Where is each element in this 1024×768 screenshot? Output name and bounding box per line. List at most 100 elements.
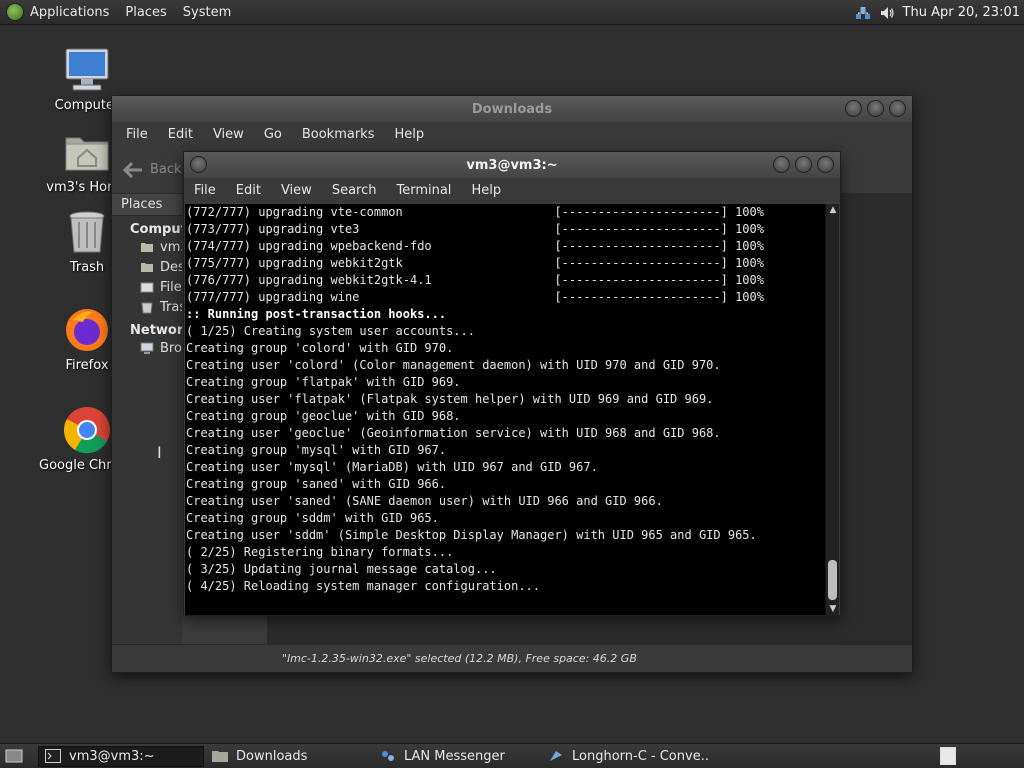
terminal-menubar: File Edit View Search Terminal Help (184, 178, 840, 202)
sidebar-item-label: File System (160, 279, 182, 295)
task-downloads[interactable]: Downloads (206, 746, 372, 767)
close-button[interactable] (817, 156, 834, 173)
terminal-line: Creating group 'geoclue' with GID 968. (186, 409, 461, 423)
terminal-line: Creating user 'saned' (SANE daemon user)… (186, 494, 663, 508)
terminal-line: Creating group 'saned' with GID 966. (186, 477, 447, 491)
scroll-thumb[interactable] (828, 560, 837, 600)
menu-view[interactable]: View (271, 183, 322, 198)
terminal-line: Creating user 'geoclue' (Geoinformation … (186, 426, 721, 440)
network-tray-icon[interactable] (855, 5, 871, 21)
back-button[interactable]: Back (122, 161, 182, 179)
sidebar-item-home[interactable]: vm3 (112, 237, 182, 257)
terminal-line: Creating group 'sddm' with GID 965. (186, 511, 439, 525)
terminal-scrollbar[interactable]: ▲ ▼ (825, 204, 839, 615)
terminal-line: (772/777) upgrading vte-common [--------… (186, 205, 764, 219)
sidebar-item-browse-network[interactable]: Browse Network (112, 338, 182, 358)
terminal-line: (776/777) upgrading webkit2gtk-4.1 [----… (186, 273, 764, 287)
places-sidebar: Places Computer vm3 Desktop File System … (112, 194, 182, 646)
sidebar-item-label: vm3 (160, 239, 182, 255)
minimize-button[interactable] (845, 100, 862, 117)
terminal-line: Creating user 'sddm' (Simple Desktop Dis… (186, 528, 757, 542)
terminal-line: Creating group 'mysql' with GID 967. (186, 443, 447, 457)
terminal-line: (777/777) upgrading wine [--------------… (186, 290, 764, 304)
terminal-line: (773/777) upgrading vte3 [--------------… (186, 222, 764, 236)
lan-messenger-icon (382, 751, 394, 761)
terminal-line: (774/777) upgrading wpebackend-fdo [----… (186, 239, 764, 253)
terminal-lines: (772/777) upgrading vte-common [--------… (185, 204, 826, 595)
menu-view[interactable]: View (203, 127, 254, 142)
sidebar-section-network: Network (130, 323, 182, 338)
scroll-up-icon[interactable]: ▲ (826, 204, 840, 216)
workspace-switcher[interactable] (940, 747, 956, 765)
task-lan-messenger[interactable]: LAN Messenger (374, 746, 540, 767)
task-terminal[interactable]: vm3@vm3:~ (38, 745, 204, 767)
terminal-line: Creating user 'mysql' (MariaDB) with UID… (186, 460, 598, 474)
firefox-icon (66, 309, 108, 351)
terminal-line: Creating group 'flatpak' with GID 969. (186, 375, 461, 389)
top-panel-tray: Thu Apr 20, 23:01 (855, 0, 1020, 25)
chat-icon (550, 751, 562, 761)
applications-menu-label: Applications (30, 4, 110, 20)
desktop-folder-icon (141, 263, 153, 272)
sidebar-item-label: Browse Network (160, 340, 182, 356)
computer-icon (65, 48, 109, 91)
folder-icon (212, 751, 228, 762)
back-arrow-icon (122, 161, 142, 178)
terminal-line: ( 1/25) Creating system user accounts... (186, 324, 475, 338)
terminal-line: ( 3/25) Updating journal message catalog… (186, 562, 497, 576)
task-label: Longhorn-C - Conve... (572, 748, 708, 764)
minimize-button[interactable] (773, 156, 790, 173)
trash-icon (69, 211, 105, 253)
task-label: vm3@vm3:~ (69, 748, 155, 764)
window-menu-button[interactable] (190, 156, 207, 173)
close-button[interactable] (889, 100, 906, 117)
sidebar-item-trash[interactable]: Trash (112, 297, 182, 317)
text-cursor-icon: I (157, 443, 162, 462)
terminal-line: (775/777) upgrading webkit2gtk [--------… (186, 256, 764, 270)
terminal-line: ( 2/25) Registering binary formats... (186, 545, 454, 559)
drive-icon (140, 282, 154, 293)
menu-terminal[interactable]: Terminal (386, 183, 461, 198)
bottom-taskbar: vm3@vm3:~ Downloads LAN Messenger Longho… (0, 743, 1024, 768)
terminal-line: ( 4/25) Reloading system manager configu… (186, 579, 541, 593)
menu-edit[interactable]: Edit (226, 183, 271, 198)
terminal-line: :: Running post-transaction hooks... (186, 307, 447, 321)
network-icon (140, 342, 154, 354)
menu-go[interactable]: Go (254, 127, 292, 142)
menu-help[interactable]: Help (461, 183, 511, 198)
back-label: Back (150, 162, 182, 177)
menu-edit[interactable]: Edit (158, 127, 203, 142)
sidebar-item-label: Trash (160, 299, 182, 315)
sidebar-item-desktop[interactable]: Desktop (112, 257, 182, 277)
status-bar: "lmc-1.2.35-win32.exe" selected (12.2 MB… (112, 644, 912, 672)
applications-menu[interactable]: Applications (0, 0, 117, 25)
home-folder-icon (65, 137, 109, 171)
window-title: vm3@vm3:~ (466, 157, 558, 173)
terminal-icon (45, 749, 61, 763)
downloads-titlebar[interactable]: Downloads (112, 96, 912, 122)
volume-icon[interactable] (879, 5, 895, 21)
clock[interactable]: Thu Apr 20, 23:01 (903, 5, 1020, 20)
menu-bookmarks[interactable]: Bookmarks (292, 127, 385, 142)
show-desktop-icon[interactable] (4, 746, 24, 766)
menu-search[interactable]: Search (322, 183, 387, 198)
places-menu[interactable]: Places (117, 0, 174, 25)
terminal-titlebar[interactable]: vm3@vm3:~ (184, 152, 840, 178)
menu-help[interactable]: Help (384, 127, 434, 142)
home-icon (141, 243, 153, 252)
sidebar-item-label: Desktop (160, 259, 182, 275)
menu-file[interactable]: File (116, 127, 158, 142)
scroll-down-icon[interactable]: ▼ (826, 603, 840, 615)
menu-file[interactable]: File (184, 183, 226, 198)
system-menu[interactable]: System (175, 0, 239, 25)
maximize-button[interactable] (867, 100, 884, 117)
mate-logo-icon (6, 3, 24, 21)
terminal-line: Creating user 'colord' (Color management… (186, 358, 721, 372)
places-header[interactable]: Places (112, 194, 182, 216)
task-longhorn-chat[interactable]: Longhorn-C - Conve... (542, 746, 708, 767)
terminal-output[interactable]: (772/777) upgrading vte-common [--------… (185, 204, 826, 615)
sidebar-item-filesystem[interactable]: File System (112, 277, 182, 297)
maximize-button[interactable] (795, 156, 812, 173)
task-label: LAN Messenger (404, 748, 505, 764)
downloads-menubar: File Edit View Go Bookmarks Help (112, 122, 912, 146)
